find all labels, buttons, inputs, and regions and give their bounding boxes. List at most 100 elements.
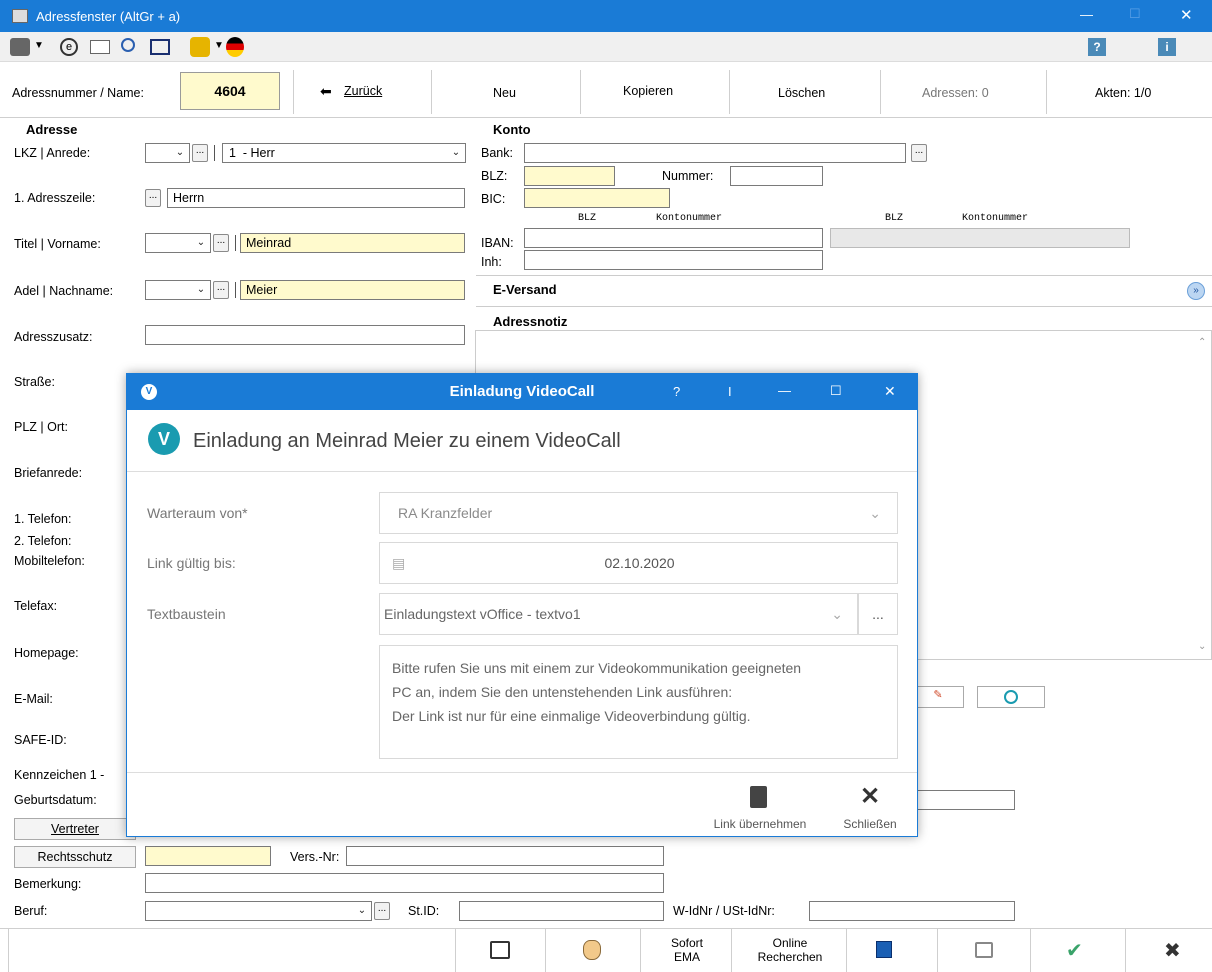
hand-icon[interactable] (583, 940, 601, 960)
bic-field[interactable] (524, 188, 670, 208)
message-line: PC an, indem Sie den untenstehenden Link… (392, 684, 733, 700)
confirm-check-icon[interactable]: ✔ (1066, 938, 1083, 963)
titel-more-button[interactable]: ... (213, 234, 229, 252)
adressnotiz-heading: Adressnotiz (493, 314, 568, 329)
adel-select[interactable]: ⌄ (145, 280, 211, 300)
germany-flag-icon[interactable] (226, 37, 244, 57)
nachname-field[interactable]: Meier (240, 280, 465, 300)
online-recherchen-line1[interactable]: Online (750, 936, 830, 950)
lkz-select[interactable]: ⌄ (145, 143, 190, 163)
expand-icon[interactable]: » (1187, 282, 1205, 300)
stid-label: St.ID: (408, 904, 440, 918)
bank-more-button[interactable]: ... (911, 144, 927, 162)
search-icon[interactable] (121, 38, 135, 52)
col-blz-header: BLZ (578, 213, 597, 224)
beruf-label: Beruf: (14, 904, 48, 918)
new-button[interactable]: Neu (493, 86, 516, 100)
sofort-ema-button-line1[interactable]: Sofort (667, 936, 707, 950)
email-icon[interactable]: e (60, 38, 78, 56)
online-recherchen-line2[interactable]: Recherchen (750, 950, 830, 964)
titel-select[interactable]: ⌄ (145, 233, 211, 253)
link-valid-date[interactable]: ▤ 02.10.2020 (379, 542, 898, 584)
save-icon[interactable] (876, 941, 892, 958)
copy-button[interactable]: Kopieren (623, 84, 673, 98)
adresszusatz-label: Adresszusatz: (14, 330, 93, 344)
textbaustein-more-button[interactable]: ... (858, 593, 898, 635)
link-valid-label: Link gültig bis: (147, 555, 236, 571)
blz-field[interactable] (524, 166, 615, 186)
anrede-select[interactable]: 1 - Herr ⌄ (222, 143, 466, 163)
back-arrow-icon[interactable]: ⬅ (320, 83, 332, 100)
help-icon[interactable]: ? (1088, 38, 1106, 56)
adel-more-button[interactable]: ... (213, 281, 229, 299)
telefon2-label: 2. Telefon: (14, 534, 72, 548)
book-icon[interactable] (150, 39, 170, 55)
rechtsschutz-field[interactable] (145, 846, 271, 866)
textbaustein-label: Textbaustein (147, 606, 226, 622)
bemerkung-field[interactable] (145, 873, 664, 893)
eversand-panel[interactable]: E-Versand » (476, 275, 1212, 307)
attachment-icon: ✎ (933, 689, 943, 701)
beruf-select[interactable]: ⌄ (145, 901, 372, 921)
link-uebernehmen-button[interactable]: Link übernehmen (701, 782, 819, 832)
link-uebernehmen-label: Link übernehmen (713, 817, 807, 831)
cancel-x-icon[interactable]: ✖ (1164, 938, 1181, 963)
videocall-button[interactable] (977, 686, 1045, 708)
info-icon[interactable]: i (1158, 38, 1176, 56)
versnr-field[interactable] (346, 846, 664, 866)
dialog-pin-button[interactable]: I (728, 384, 732, 399)
vorname-field[interactable]: Meinrad (240, 233, 465, 253)
dialog-title: Einladung VideoCall (449, 383, 595, 400)
message-textarea[interactable]: Bitte rufen Sie uns mit einem zur Videok… (379, 645, 898, 759)
minimize-button[interactable]: — (1080, 7, 1093, 22)
print-icon[interactable] (10, 38, 30, 56)
sofort-ema-button-line2[interactable]: EMA (667, 950, 707, 964)
lkz-more-button[interactable]: ... (192, 144, 208, 162)
adresszeile-field[interactable]: Herrn (167, 188, 465, 208)
people-icon[interactable] (190, 37, 210, 57)
dialog-minimize-button[interactable]: — (778, 383, 791, 398)
envelope-icon[interactable] (90, 40, 110, 54)
address-number-field[interactable]: 4604 (180, 72, 280, 110)
extra-field[interactable] (916, 790, 1015, 810)
scroll-down-icon[interactable]: ⌄ (1198, 641, 1206, 652)
warteraum-value: RA Kranzfelder (398, 505, 493, 521)
adresszusatz-field[interactable] (145, 325, 465, 345)
scroll-up-icon[interactable]: ⌃ (1198, 337, 1206, 348)
geburtsdatum-label: Geburtsdatum: (14, 793, 97, 807)
textbaustein-select[interactable]: Einladungstext vOffice - textvo1 ⌄ (379, 593, 858, 635)
col-blz2-header: BLZ (885, 213, 904, 224)
warteraum-select[interactable]: RA Kranzfelder ⌄ (379, 492, 898, 534)
edit-document-icon[interactable] (490, 941, 510, 959)
schliessen-button[interactable]: ✕ Schließen (833, 782, 907, 832)
stid-field[interactable] (459, 901, 664, 921)
wid-field[interactable] (809, 901, 1015, 921)
telefax-label: Telefax: (14, 599, 58, 613)
message-line: Bitte rufen Sie uns mit einem zur Videok… (392, 660, 802, 676)
delete-button[interactable]: Löschen (778, 86, 825, 100)
nummer-field[interactable] (730, 166, 823, 186)
dialog-maximize-button[interactable]: ☐ (830, 383, 842, 399)
maximize-button[interactable]: ☐ (1129, 6, 1141, 22)
dialog-help-button[interactable]: ? (673, 384, 680, 399)
back-button[interactable]: Zurück (344, 84, 382, 98)
beruf-more-button[interactable]: ... (374, 902, 390, 920)
dialog-heading: Einladung an Meinrad Meier zu einem Vide… (193, 430, 621, 452)
vertreter-button[interactable]: Vertreter (14, 818, 136, 840)
rechtsschutz-button[interactable]: Rechtsschutz (14, 846, 136, 868)
adresszeile-more-button[interactable]: ... (145, 189, 161, 207)
chevron-down-icon: ⌄ (175, 147, 185, 158)
dialog-close-button[interactable]: ✕ (884, 383, 896, 400)
inh-field[interactable] (524, 250, 823, 270)
message-line: Der Link ist nur für eine einmalige Vide… (392, 708, 751, 724)
bank-field[interactable] (524, 143, 906, 163)
versnr-label: Vers.-Nr: (290, 850, 340, 864)
close-button[interactable]: ✕ (1180, 6, 1193, 24)
dropdown-arrow-icon[interactable]: ▼ (214, 40, 224, 51)
print-icon[interactable] (975, 942, 993, 958)
iban-field[interactable] (524, 228, 823, 248)
dropdown-arrow-icon[interactable]: ▼ (34, 40, 44, 51)
homepage-label: Homepage: (14, 646, 79, 660)
textbaustein-value: Einladungstext vOffice - textvo1 (384, 606, 581, 622)
attach-button[interactable]: ✎ (912, 686, 964, 708)
